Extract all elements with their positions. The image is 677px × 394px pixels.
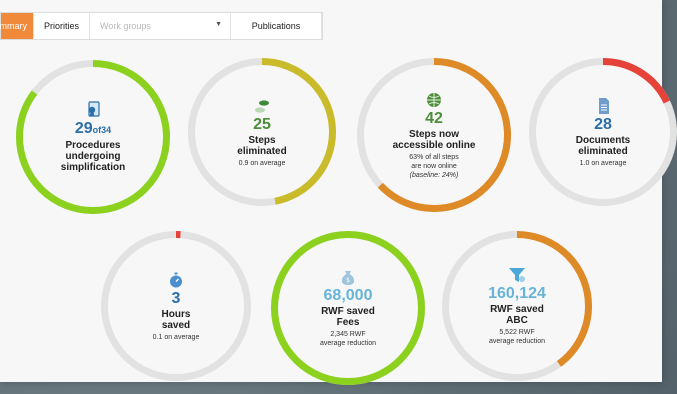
metric-value-number: 68,000 (323, 287, 373, 304)
metric-subtitle-line: 63% of all steps (409, 153, 459, 161)
metric-value-number: 29 (74, 120, 93, 137)
metric-value: 42 (425, 109, 443, 127)
metric-value-number: 42 (425, 109, 443, 127)
globe-icon (427, 92, 441, 107)
metric-content: 25 Steps eliminated 0.9 on average (187, 57, 337, 207)
metric-value: 25 (253, 115, 271, 133)
metric-subtitle: 0.1 on average (153, 333, 200, 342)
metric-subtitle-line: average reduction (488, 338, 546, 345)
metric-content: 160,124 RWF saved ABC 5,522 RWF average redu… (441, 230, 593, 382)
metric-title-line: Steps (248, 134, 276, 146)
background-frame: ummary Priorities Work groups ▼ Publicat… (0, 0, 677, 394)
metric-subtitle-line: 0.9 on average (238, 159, 286, 167)
work-groups-placeholder: Work groups (100, 21, 151, 31)
metric-subtitle-line: average reduction (319, 340, 377, 347)
metric-value-number: 25 (253, 115, 271, 133)
metric-title-line: accessible online (392, 139, 476, 151)
metric-title: RWF saved Fees (321, 306, 375, 328)
svg-text:$: $ (346, 277, 350, 284)
dashboard-panel: ummary Priorities Work groups ▼ Publicat… (0, 0, 677, 385)
metric-procedures: 29of34 Procedures undergoing simplification (15, 59, 171, 215)
funnel-icon (509, 268, 525, 282)
metric-title-line: Steps now (408, 128, 459, 140)
metric-title-line: RWF saved (321, 306, 375, 317)
metric-steps-online: 42 Steps now accessible online 63% of all s… (356, 57, 512, 213)
metric-subtitle-line: are now online (411, 162, 457, 170)
metric-title: Steps eliminated (237, 135, 286, 157)
metric-subtitle: 63% of all steps are now online (baseline:… (409, 153, 458, 180)
metric-subtitle-line: 5,522 RWF (499, 329, 535, 336)
metric-content: 3 Hours saved 0.1 on average (100, 230, 252, 382)
work-groups-select[interactable]: Work groups ▼ (90, 13, 232, 39)
metric-title-line: RWF saved (490, 304, 544, 315)
metric-hours-saved: 3 Hours saved 0.1 on average (100, 230, 252, 382)
tab-bar: ummary Priorities Work groups ▼ Publicat… (0, 12, 324, 40)
tab-summary-label: ummary (0, 21, 27, 31)
metric-subtitle-line: 2,345 RWF (330, 331, 366, 338)
caret-down-icon: ▼ (215, 21, 223, 28)
metric-subtitle: 1.0 on average (580, 159, 627, 168)
metric-abc-saved: 160,124 RWF saved ABC 5,522 RWF average redu… (441, 230, 593, 382)
metric-title: RWF saved ABC (490, 304, 544, 326)
metric-value-number: 28 (594, 115, 612, 133)
metric-title-line: saved (161, 319, 191, 331)
footsteps-icon (255, 99, 269, 113)
tab-summary[interactable]: ummary (0, 13, 34, 39)
metric-title-line: eliminated (578, 145, 628, 157)
metric-value-of: of34 (92, 125, 112, 135)
metric-value-number: 3 (171, 289, 181, 307)
metric-title-line: undergoing (65, 151, 121, 162)
metric-content: 28 Documents eliminated 1.0 on average (528, 57, 677, 207)
metric-title: Procedures undergoing simplification (61, 140, 125, 173)
metric-steps-eliminated: 25 Steps eliminated 0.9 on average (187, 57, 337, 207)
metric-title: Steps now accessible online (393, 129, 476, 151)
metric-subtitle: 0.9 on average (239, 159, 286, 168)
certificate-icon (88, 101, 100, 117)
metric-subtitle: 5,522 RWF average reduction (489, 328, 545, 346)
stopwatch-icon (170, 272, 182, 287)
metric-content: $68,000 RWF saved Fees 2,345 RWF average red… (270, 230, 426, 386)
tab-priorities[interactable]: Priorities (34, 13, 91, 39)
metric-title-line: simplification (60, 162, 126, 173)
metric-value: 29of34 (75, 121, 111, 138)
metric-subtitle-line: 0.1 on average (152, 333, 200, 341)
metric-value: 68,000 (324, 288, 373, 304)
metric-title-line: Fees (336, 317, 360, 328)
metric-content: 29of34 Procedures undergoing simplification (15, 59, 171, 215)
metric-value: 28 (594, 115, 612, 133)
metric-title-line: eliminated (237, 145, 287, 157)
metric-value: 3 (171, 289, 181, 307)
metric-subtitle: 2,345 RWF average reduction (320, 330, 376, 348)
money-bag-icon: $ (341, 271, 355, 285)
metric-value: 160,124 (488, 286, 546, 302)
metric-content: 42 Steps now accessible online 63% of all s… (356, 57, 512, 213)
metric-title: Hours saved (162, 309, 191, 331)
metric-title: Documents eliminated (576, 135, 630, 157)
metric-fees-saved: $68,000 RWF saved Fees 2,345 RWF average red… (270, 230, 426, 386)
metric-subtitle-line: 1.0 on average (579, 159, 627, 167)
tab-publications[interactable]: Publications (231, 13, 323, 39)
metric-documents-eliminated: 28 Documents eliminated 1.0 on average (528, 57, 677, 207)
metric-title-line: Procedures (65, 140, 121, 151)
metric-title-line: Documents (575, 134, 631, 146)
tab-publications-label: Publications (251, 21, 301, 31)
metric-value-number: 160,124 (488, 285, 546, 302)
metric-title-line: Hours (161, 308, 191, 320)
tab-priorities-label: Priorities (44, 21, 80, 31)
document-icon (599, 97, 609, 114)
metric-title-line: ABC (506, 315, 528, 326)
metric-subtitle-line: (baseline: 24%) (409, 171, 459, 179)
